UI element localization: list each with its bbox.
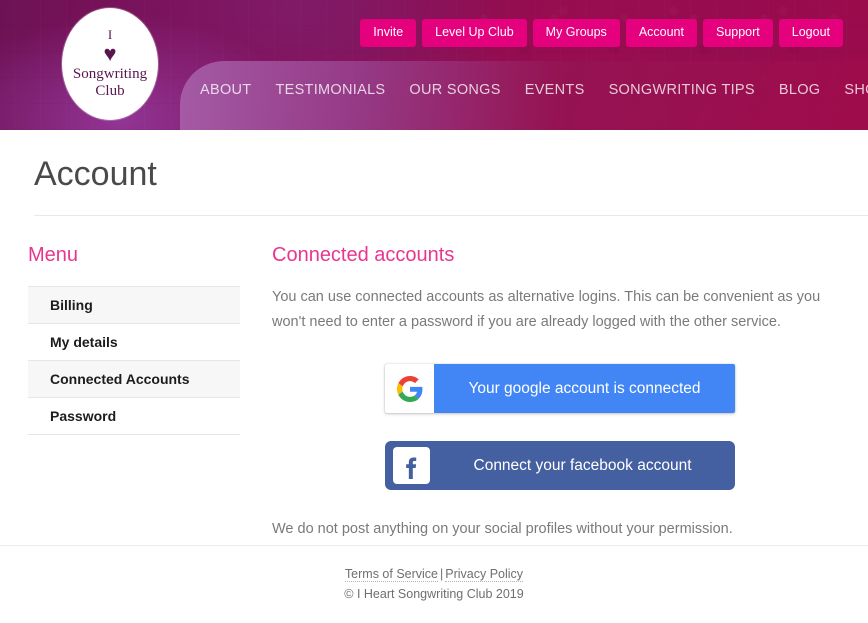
utility-button-support[interactable]: Support <box>703 19 773 47</box>
utility-button-level-up-club[interactable]: Level Up Club <box>422 19 527 47</box>
page-title-section: Account <box>0 130 868 193</box>
panel-heading: Connected accounts <box>272 244 848 267</box>
nav-link-about[interactable]: ABOUT <box>200 82 251 98</box>
footer-link-privacy-policy[interactable]: Privacy Policy <box>445 567 523 582</box>
nav-link-our-songs[interactable]: OUR SONGS <box>409 82 500 98</box>
utility-button-my-groups[interactable]: My Groups <box>533 19 620 47</box>
account-sidebar: Menu Billing My details Connected Accoun… <box>28 244 240 541</box>
sidebar-item-my-details[interactable]: My details <box>28 324 240 361</box>
footer-copyright: © I Heart Songwriting Club 2019 <box>0 585 868 604</box>
nav-link-blog[interactable]: BLOG <box>779 82 821 98</box>
site-header: I ♥ Songwriting Club Invite Level Up Clu… <box>0 0 868 130</box>
sidebar-heading: Menu <box>28 244 240 267</box>
utility-nav: Invite Level Up Club My Groups Account S… <box>360 19 843 47</box>
sidebar-item-password[interactable]: Password <box>28 398 240 435</box>
panel-footnote-text: We do not post anything on your social p… <box>272 518 848 541</box>
google-g-icon <box>385 364 434 413</box>
footer-links: Terms of Service|Privacy Policy <box>0 565 868 584</box>
nav-link-shop[interactable]: SHOP <box>844 82 868 98</box>
panel-intro-text: You can use connected accounts as altern… <box>272 285 848 334</box>
main-nav: ABOUT TESTIMONIALS OUR SONGS EVENTS SONG… <box>200 82 868 98</box>
content-area: Menu Billing My details Connected Accoun… <box>0 216 868 541</box>
facebook-button-label: Connect your facebook account <box>430 457 735 475</box>
site-logo[interactable]: I ♥ Songwriting Club <box>62 8 158 120</box>
sidebar-item-connected-accounts[interactable]: Connected Accounts <box>28 361 240 398</box>
nav-link-songwriting-tips[interactable]: SONGWRITING TIPS <box>609 82 755 98</box>
footer-link-terms-of-service[interactable]: Terms of Service <box>345 567 438 582</box>
nav-link-testimonials[interactable]: TESTIMONIALS <box>275 82 385 98</box>
logo-letter-i: I <box>108 28 112 41</box>
site-footer: Terms of Service|Privacy Policy © I Hear… <box>0 545 868 605</box>
utility-button-logout[interactable]: Logout <box>779 19 843 47</box>
sidebar-item-billing[interactable]: Billing <box>28 287 240 324</box>
nav-link-events[interactable]: EVENTS <box>525 82 585 98</box>
logo-word-songwriting: Songwriting <box>73 66 147 82</box>
heart-icon: ♥ <box>103 43 116 65</box>
utility-button-account[interactable]: Account <box>626 19 697 47</box>
sidebar-menu: Billing My details Connected Accounts Pa… <box>28 286 240 435</box>
utility-button-invite[interactable]: Invite <box>360 19 416 47</box>
page-title: Account <box>34 156 868 193</box>
google-button-label: Your google account is connected <box>434 380 735 398</box>
connected-accounts-panel: Connected accounts You can use connected… <box>240 244 868 541</box>
logo-word-club: Club <box>95 82 124 100</box>
facebook-connect-button[interactable]: Connect your facebook account <box>385 441 735 490</box>
google-connect-button[interactable]: Your google account is connected <box>385 364 735 413</box>
facebook-f-icon <box>393 447 430 484</box>
